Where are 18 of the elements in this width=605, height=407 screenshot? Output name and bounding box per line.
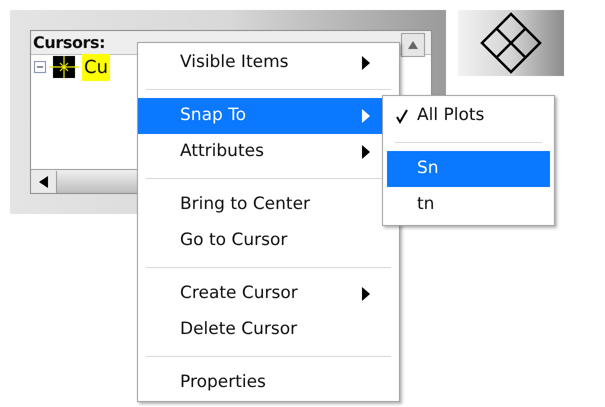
menu-item[interactable]: Delete Cursor [138,312,399,348]
diamond-grid-icon [480,12,542,74]
menu-item[interactable]: Create Cursor [138,276,399,312]
crosshair-icon [49,56,79,78]
legend-header: Cursors: [33,32,106,54]
scroll-left-button[interactable] [31,170,57,192]
diamond-button[interactable] [458,10,564,76]
menu-item[interactable]: Go to Cursor [138,223,399,259]
up-arrow-icon [408,41,418,49]
left-arrow-icon [39,176,48,188]
collapse-icon[interactable] [34,61,46,73]
submenu-item[interactable]: tn [387,187,550,223]
cursor-name[interactable]: Cu [82,54,110,80]
submenu-item[interactable]: Sn [387,151,550,187]
menu-item[interactable]: Properties [138,365,399,401]
check-icon [395,108,409,124]
scroll-up-button[interactable] [401,33,425,57]
menu-item[interactable]: Visible Items [138,45,399,81]
